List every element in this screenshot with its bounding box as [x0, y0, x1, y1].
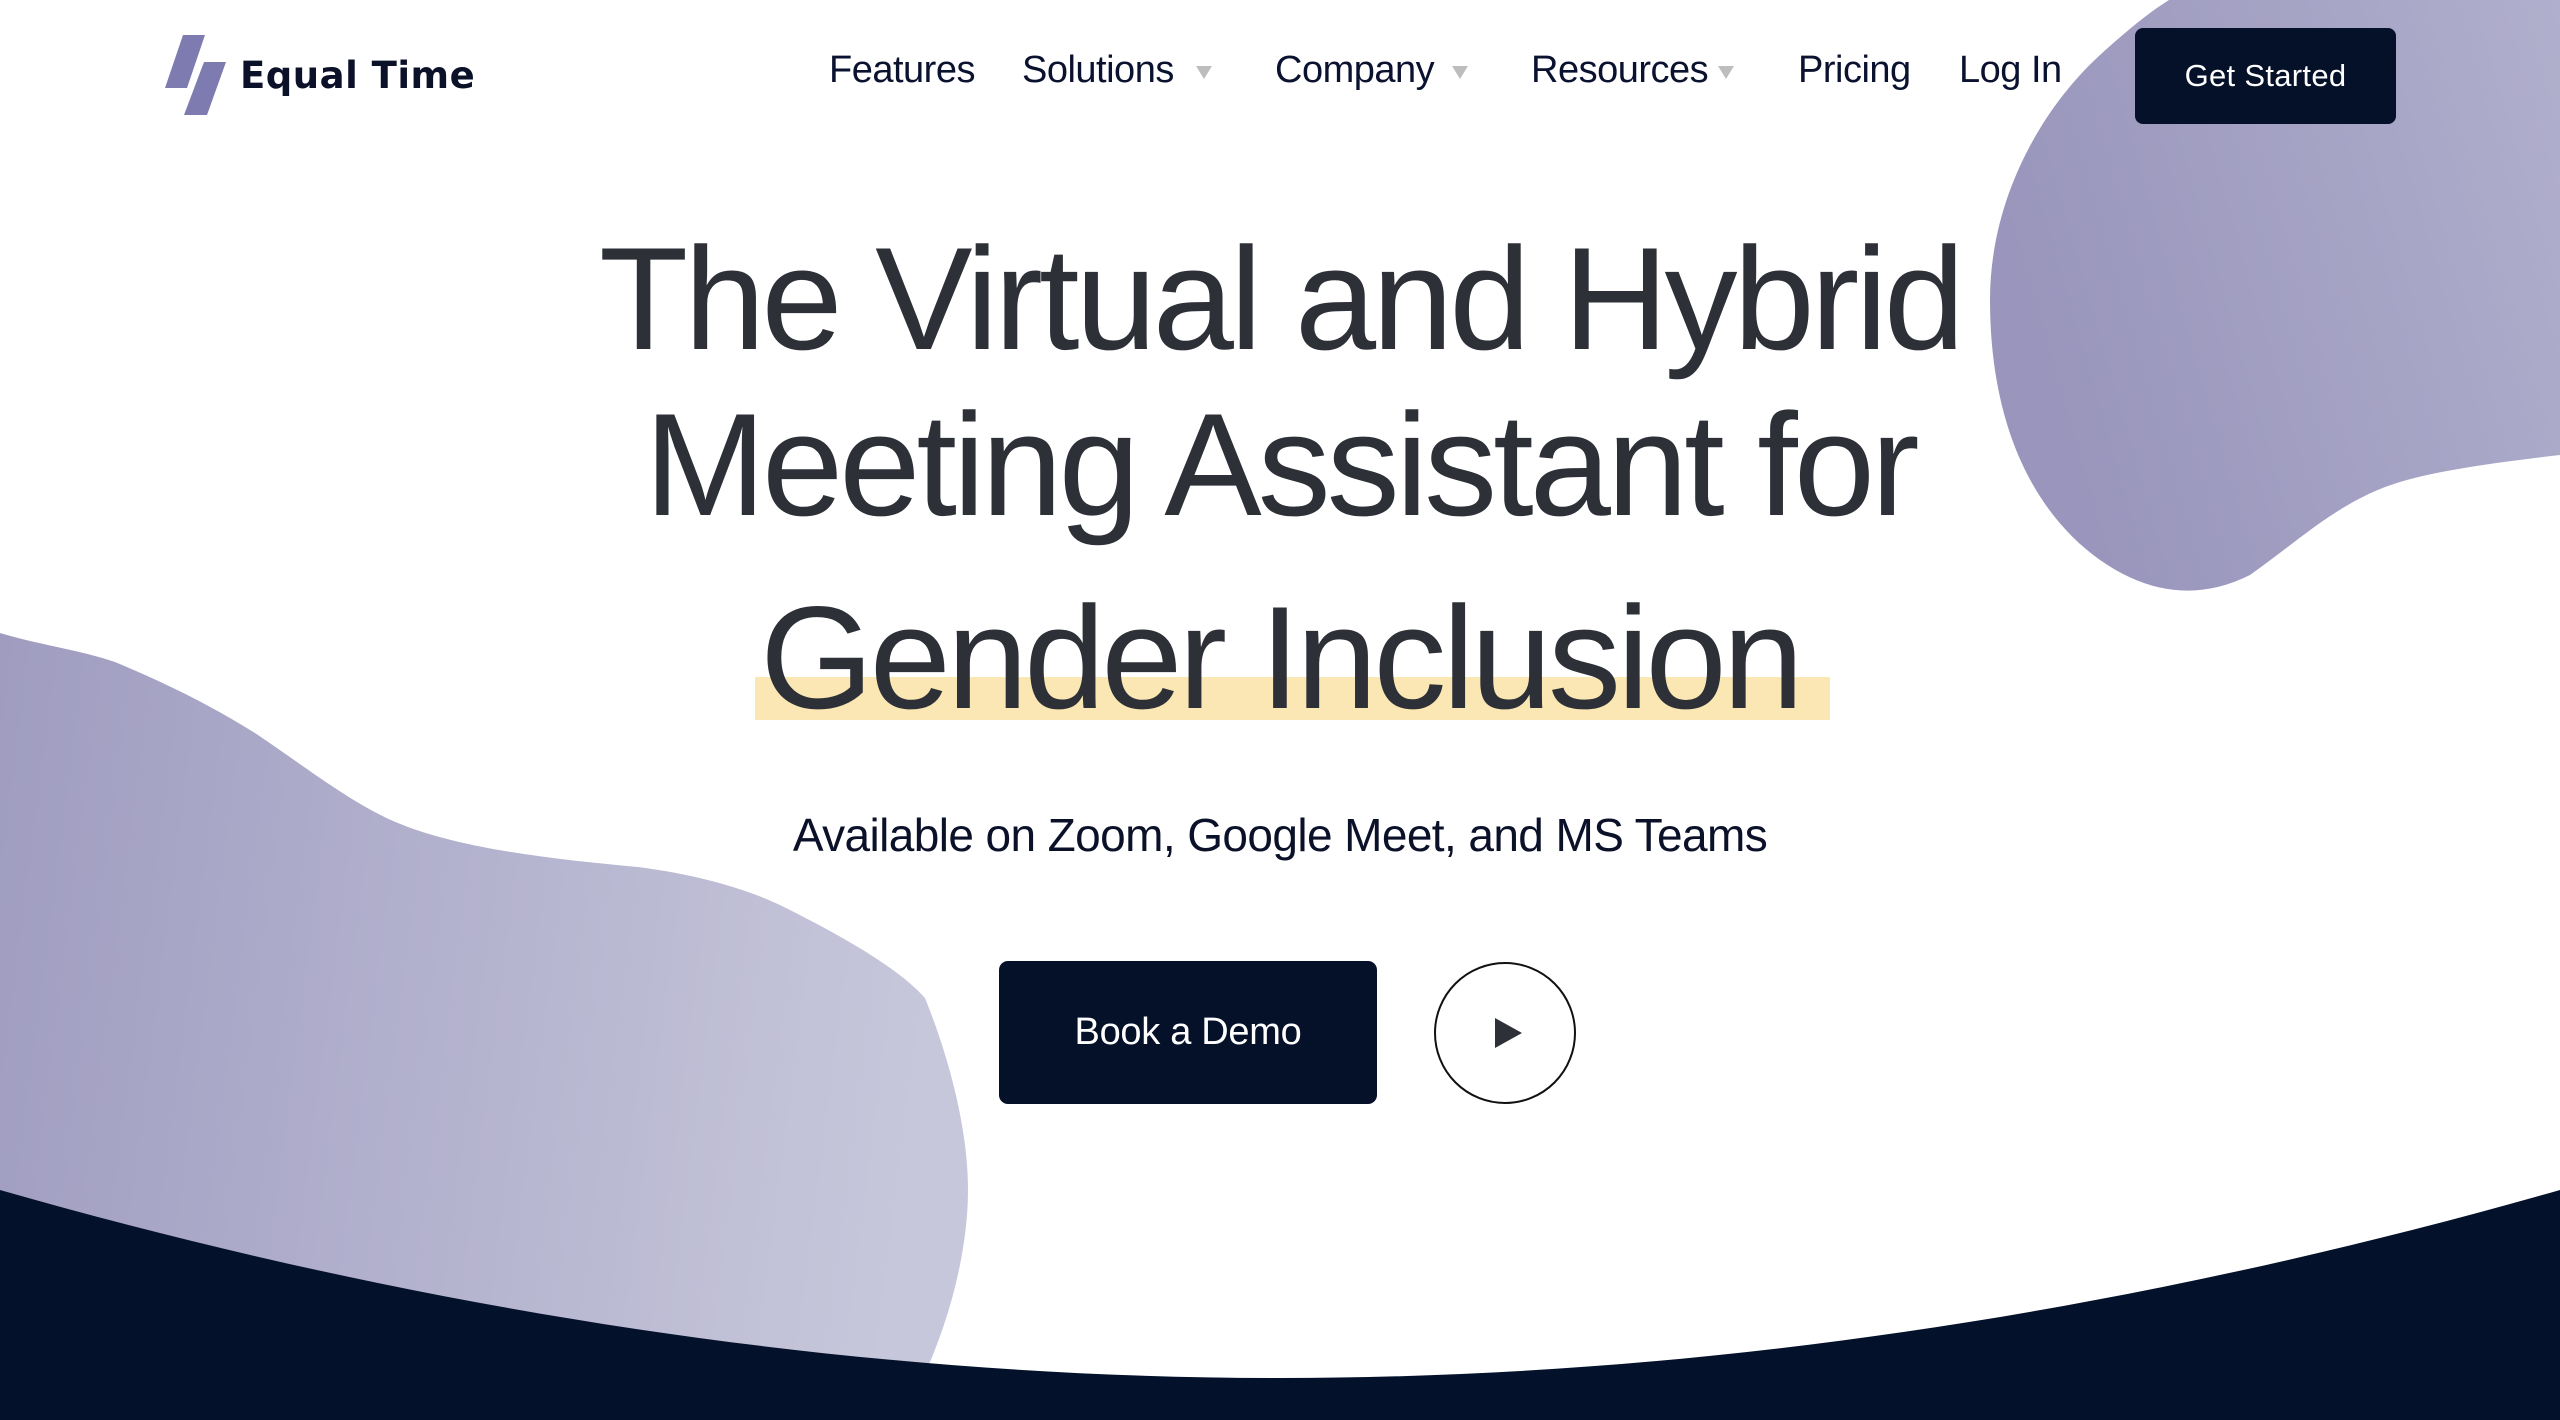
nav-pricing[interactable]: Pricing: [1798, 44, 1911, 96]
hero-subtitle: Available on Zoom, Google Meet, and MS T…: [792, 809, 1768, 861]
headline-line-1: The Virtual and Hybrid: [599, 217, 1965, 380]
headline-line-3: Gender Inclusion: [760, 576, 1804, 739]
slash-bars-logo-icon: [165, 35, 226, 115]
company-chevron-down-icon[interactable]: [1452, 66, 1468, 79]
nav-login[interactable]: Log In: [1959, 44, 2062, 96]
site-header: Equal Time Features Solutions Company Re…: [0, 0, 2560, 150]
play-icon: [1494, 1018, 1522, 1048]
brand-logo-link[interactable]: Equal Time: [160, 30, 475, 120]
brand-name: Equal Time: [240, 53, 476, 97]
nav-solutions[interactable]: Solutions: [1022, 44, 1174, 96]
play-video-button[interactable]: [1434, 962, 1576, 1104]
headline-line-3-wrapper: Gender Inclusion: [0, 585, 2560, 731]
highlighted-phrase: Gender Inclusion: [755, 585, 1830, 731]
resources-chevron-down-icon[interactable]: [1718, 66, 1734, 79]
solutions-chevron-down-icon[interactable]: [1196, 66, 1212, 79]
headline-line-2: Meeting Assistant for: [644, 383, 1919, 546]
nav-features[interactable]: Features: [829, 44, 975, 96]
nav-company[interactable]: Company: [1275, 44, 1435, 96]
nav-resources[interactable]: Resources: [1531, 44, 1709, 96]
get-started-button[interactable]: Get Started: [2135, 28, 2396, 124]
book-demo-button[interactable]: Book a Demo: [999, 961, 1377, 1104]
